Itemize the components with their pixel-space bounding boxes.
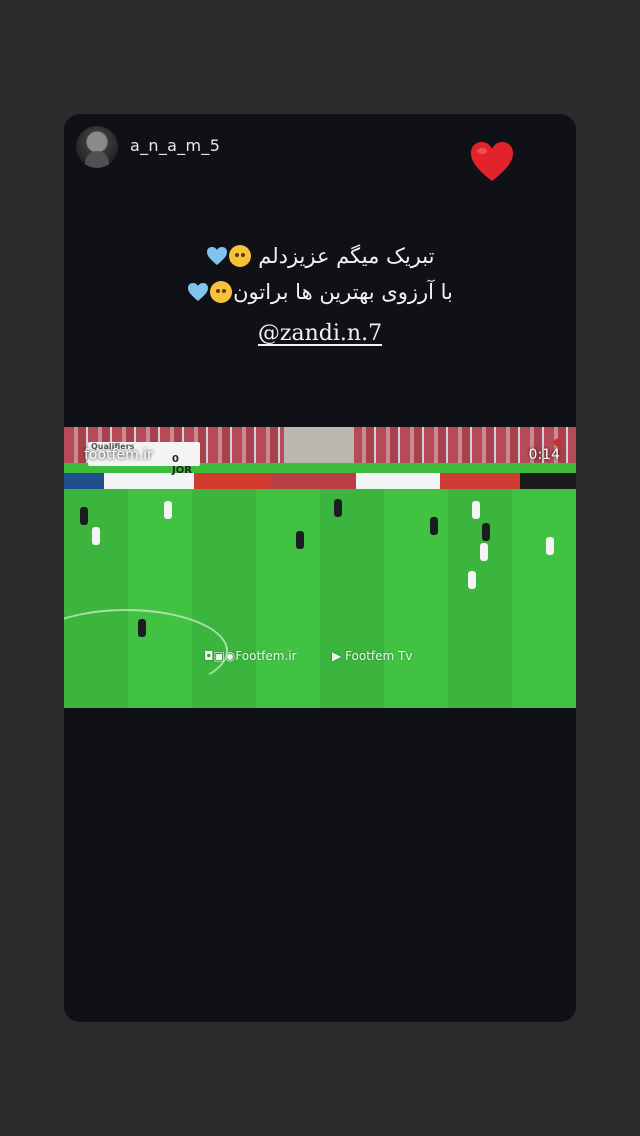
video-timestamp: 0:14 (528, 447, 560, 463)
player (296, 531, 304, 549)
avatar[interactable] (76, 126, 118, 168)
caption-line-2: با آرزوی بهترین ها براتون (64, 280, 576, 304)
player (482, 523, 490, 541)
youtube-icon: ▶ (332, 649, 342, 663)
player (430, 517, 438, 535)
player (472, 501, 480, 519)
heart-icon (471, 142, 513, 181)
username[interactable]: a_n_a_m_5 (130, 136, 220, 155)
video-clip[interactable]: Qualifiers 0 JOR ● footfem.ir 0:14 ◘▣◉Fo… (64, 427, 576, 708)
blue-heart-icon (206, 247, 227, 265)
story-card[interactable]: a_n_a_m_5 تبریک میگم عزیزدلم با آرزوی به… (64, 114, 576, 1022)
mention-link[interactable]: @zandi.n.7 (64, 321, 576, 346)
player (164, 501, 172, 519)
video-brand: footfem.ir (84, 447, 153, 463)
caption-text-2: با آرزوی بهترین ها براتون (233, 280, 453, 304)
player (334, 499, 342, 517)
player (92, 527, 100, 545)
player (80, 507, 88, 525)
scoreboard-score: 0 JOR (172, 454, 192, 476)
player (546, 537, 554, 555)
player (480, 543, 488, 561)
watermark-youtube: ▶ Footfem Tv (332, 649, 413, 663)
football-pitch (64, 489, 576, 708)
watermark-website: ◘▣◉Footfem.ir (204, 649, 297, 663)
social-icons: ◘▣◉ (204, 649, 236, 663)
ad-boards (64, 473, 576, 489)
kissing-face-icon (210, 281, 233, 303)
pleading-face-icon (228, 245, 251, 267)
blue-heart-icon (188, 283, 209, 301)
player (138, 619, 146, 637)
caption-line-1: تبریک میگم عزیزدلم (64, 244, 576, 268)
caption-text-1: تبریک میگم عزیزدلم (258, 244, 435, 268)
player (468, 571, 476, 589)
